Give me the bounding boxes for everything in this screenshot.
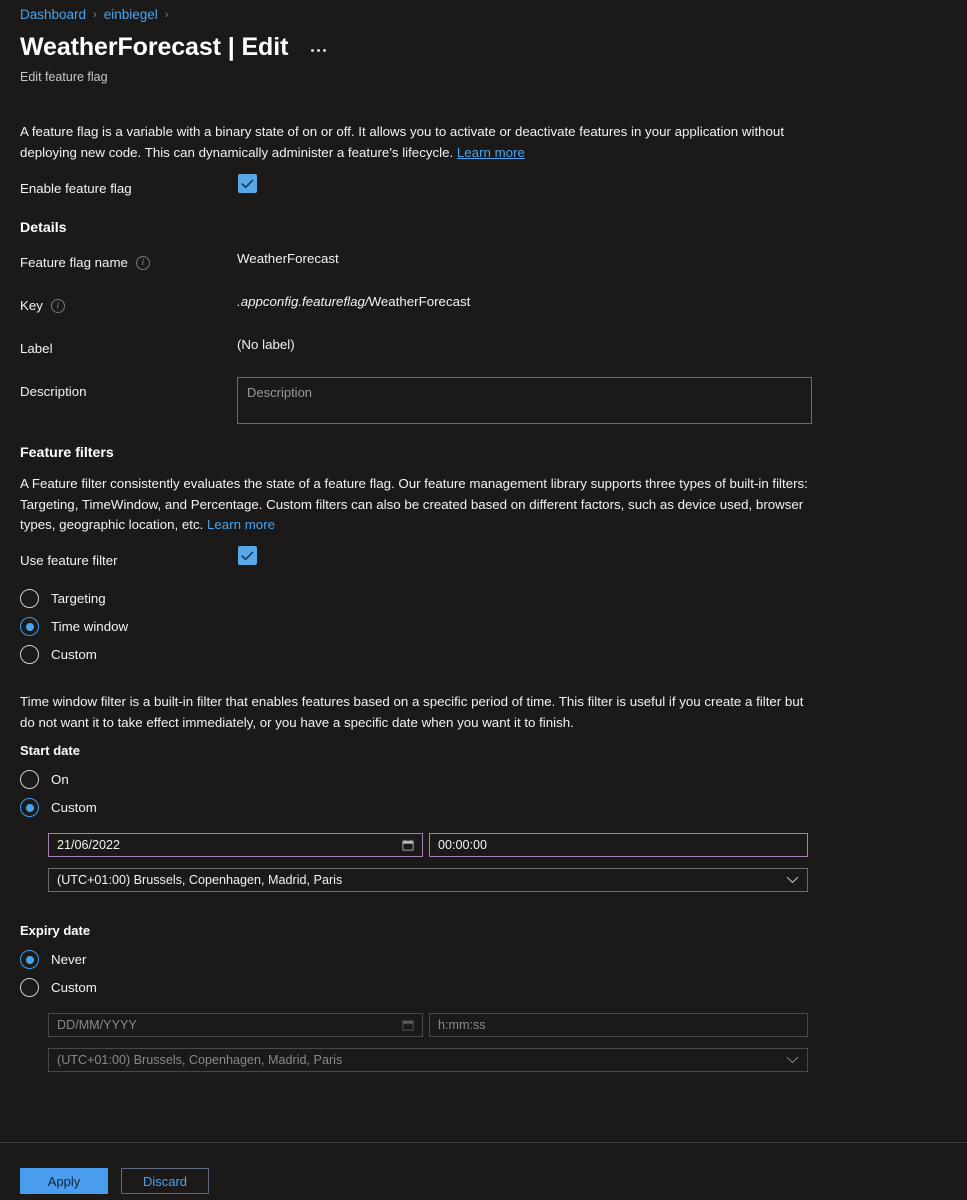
filter-type-label: Time window: [51, 619, 129, 634]
feature-flag-name-label: Feature flag name i: [20, 255, 150, 270]
intro-learn-more-link[interactable]: Learn more: [457, 145, 525, 160]
breadcrumb-separator-icon: ›: [93, 8, 97, 21]
label-value: (No label): [237, 337, 295, 352]
expiry-date-option-label: Never: [51, 952, 87, 967]
check-icon: [241, 179, 254, 188]
info-icon[interactable]: i: [50, 298, 65, 313]
expiry-timezone-select[interactable]: (UTC+01:00) Brussels, Copenhagen, Madrid…: [48, 1048, 808, 1072]
expiry-time-placeholder: h:mm:ss: [438, 1018, 486, 1032]
use-feature-filter-row: Use feature filter: [20, 553, 118, 568]
use-feature-filter-checkbox[interactable]: [238, 546, 257, 565]
time-window-description: Time window filter is a built-in filter …: [20, 694, 804, 730]
feature-filters-learn-more-link[interactable]: Learn more: [207, 517, 275, 532]
feature-filters-text: A Feature filter consistently evaluates …: [20, 476, 808, 532]
description-label-text: Description: [20, 384, 87, 399]
label-label-text: Label: [20, 341, 53, 356]
details-heading: Details: [20, 220, 67, 236]
breadcrumb-item-dashboard[interactable]: Dashboard: [20, 7, 86, 22]
filter-type-label: Custom: [51, 647, 97, 662]
expiry-date-option-custom[interactable]: Custom: [20, 978, 97, 997]
description-label: Description: [20, 384, 87, 399]
more-options-icon[interactable]: [308, 43, 329, 62]
page-subtitle: Edit feature flag: [20, 70, 108, 84]
breadcrumb: Dashboard › einbiegel ›: [20, 7, 168, 22]
enable-feature-flag-row: Enable feature flag: [20, 181, 132, 196]
start-timezone-value: (UTC+01:00) Brussels, Copenhagen, Madrid…: [57, 873, 343, 887]
filter-type-option-time-window[interactable]: Time window: [20, 617, 128, 636]
key-label-text: Key: [20, 298, 43, 313]
expiry-date-heading: Expiry date: [20, 923, 91, 938]
footer-actions: Apply Discard: [20, 1168, 209, 1194]
filter-type-option-targeting[interactable]: Targeting: [20, 589, 106, 608]
start-date-option-label: Custom: [51, 800, 97, 815]
enable-feature-flag-checkbox[interactable]: [238, 174, 257, 193]
start-timezone-select[interactable]: (UTC+01:00) Brussels, Copenhagen, Madrid…: [48, 868, 808, 892]
expiry-date-input[interactable]: DD/MM/YYYY: [48, 1013, 423, 1037]
intro-text: A feature flag is a variable with a bina…: [20, 124, 785, 160]
chevron-down-icon: [786, 1056, 799, 1064]
key-prefix: .appconfig.featureflag/: [237, 294, 369, 309]
calendar-icon[interactable]: [402, 1019, 414, 1031]
radio-indicator: [20, 617, 39, 636]
page-title: WeatherForecast | Edit: [20, 33, 289, 61]
radio-indicator: [20, 950, 39, 969]
expiry-date-placeholder: DD/MM/YYYY: [57, 1018, 137, 1032]
expiry-date-option-never[interactable]: Never: [20, 950, 86, 969]
breadcrumb-item-einbiegel[interactable]: einbiegel: [104, 7, 158, 22]
radio-indicator: [20, 589, 39, 608]
key-suffix: WeatherForecast: [368, 294, 471, 309]
expiry-time-input[interactable]: h:mm:ss: [429, 1013, 808, 1037]
discard-button[interactable]: Discard: [121, 1168, 209, 1194]
start-time-input[interactable]: 00:00:00: [429, 833, 808, 857]
chevron-down-icon: [786, 876, 799, 884]
start-date-heading: Start date: [20, 743, 80, 758]
start-date-option-on[interactable]: On: [20, 770, 69, 789]
enable-feature-flag-label: Enable feature flag: [20, 181, 132, 196]
breadcrumb-separator-icon: ›: [164, 8, 169, 21]
key-label: Key i: [20, 298, 65, 313]
start-date-input[interactable]: 21/06/2022: [48, 833, 423, 857]
calendar-icon[interactable]: [402, 839, 414, 851]
footer-divider: [0, 1142, 967, 1143]
radio-indicator: [20, 770, 39, 789]
start-time-value: 00:00:00: [438, 838, 488, 852]
start-date-option-label: On: [51, 772, 69, 787]
expiry-date-option-label: Custom: [51, 980, 97, 995]
intro-paragraph: A feature flag is a variable with a bina…: [20, 122, 810, 163]
use-feature-filter-label: Use feature filter: [20, 553, 118, 568]
radio-indicator: [20, 978, 39, 997]
feature-filters-heading: Feature filters: [20, 445, 114, 461]
page-title-row: WeatherForecast | Edit: [20, 33, 329, 62]
radio-indicator: [20, 798, 39, 817]
start-date-option-custom[interactable]: Custom: [20, 798, 97, 817]
filter-type-label: Targeting: [51, 591, 106, 606]
info-icon[interactable]: i: [135, 255, 150, 270]
feature-filters-paragraph: A Feature filter consistently evaluates …: [20, 474, 810, 536]
filter-type-option-custom[interactable]: Custom: [20, 645, 97, 664]
feature-flag-name-value: WeatherForecast: [237, 251, 339, 266]
description-input[interactable]: [237, 377, 812, 424]
key-value: .appconfig.featureflag/WeatherForecast: [237, 294, 470, 309]
feature-flag-name-label-text: Feature flag name: [20, 255, 128, 270]
start-date-value: 21/06/2022: [57, 838, 121, 852]
radio-indicator: [20, 645, 39, 664]
feature-flag-edit-page: Dashboard › einbiegel › WeatherForecast …: [0, 0, 967, 1200]
label-label: Label: [20, 341, 53, 356]
apply-button[interactable]: Apply: [20, 1168, 108, 1194]
expiry-timezone-value: (UTC+01:00) Brussels, Copenhagen, Madrid…: [57, 1053, 343, 1067]
check-icon: [241, 551, 254, 560]
